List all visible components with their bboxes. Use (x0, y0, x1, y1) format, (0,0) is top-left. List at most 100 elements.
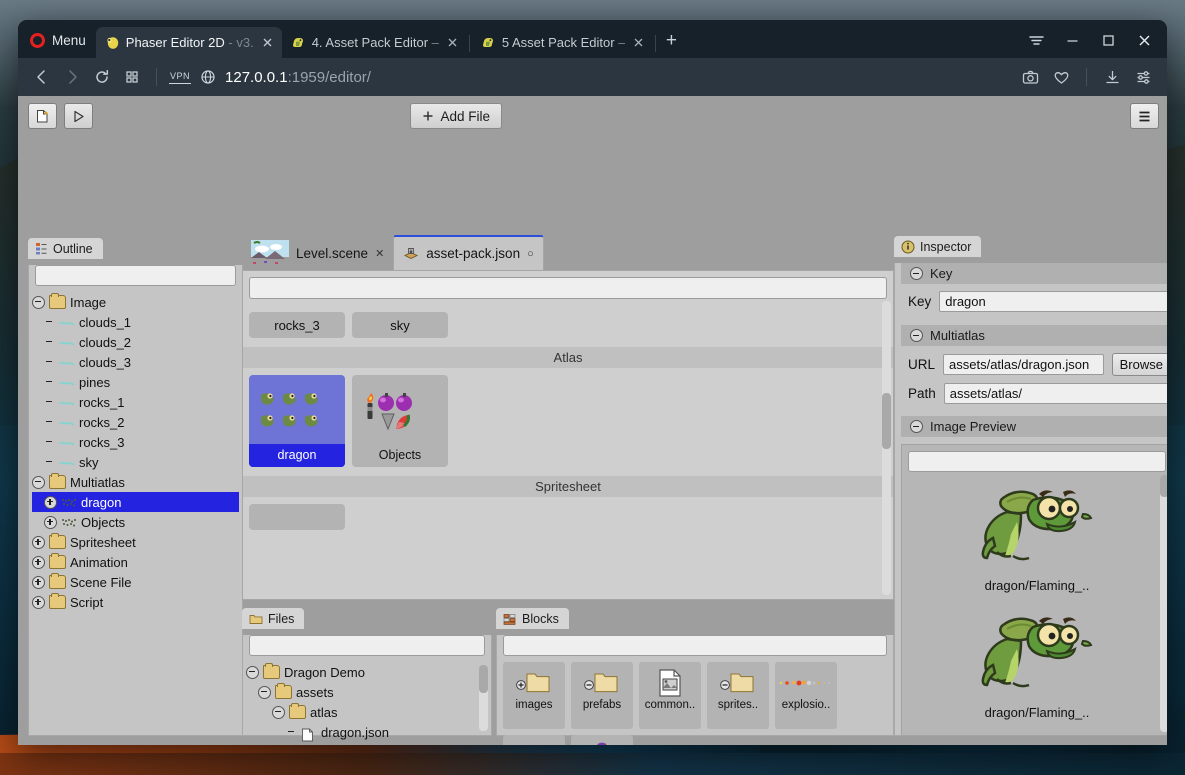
expand-icon[interactable] (32, 555, 45, 569)
asset-pack-search-input[interactable] (249, 277, 887, 299)
editor-tab-level-scene[interactable]: Level.scene ✕ (242, 236, 393, 270)
spritesheet-card-placeholder[interactable] (249, 504, 345, 530)
tree-item-dragon[interactable]: dragon (32, 492, 239, 512)
preview-item-2[interactable]: dragon/Flaming_.. (902, 732, 1167, 735)
heart-icon[interactable] (1047, 63, 1075, 91)
minimize-icon[interactable] (1055, 27, 1089, 53)
tree-item-scene-file[interactable]: Scene File (32, 572, 239, 592)
tree-item-rocks-2[interactable]: rocks_2 (32, 412, 239, 432)
tree-item-objects[interactable]: Objects (32, 512, 239, 532)
path-input[interactable]: assets/atlas/ (943, 383, 1167, 404)
block-item-1[interactable]: prefabs (571, 662, 633, 729)
dirty-indicator-icon[interactable]: ○ (527, 248, 534, 260)
tiles-icon[interactable] (118, 63, 146, 91)
collapse-icon[interactable] (910, 329, 923, 342)
tree-item-image[interactable]: Image (32, 292, 239, 312)
editor-scrollbar-thumb[interactable] (882, 393, 891, 449)
outline-search-input[interactable] (35, 265, 236, 286)
collapse-icon[interactable] (246, 665, 259, 679)
tab-inspector[interactable]: Inspector (894, 236, 982, 257)
add-file-button[interactable]: Add File (410, 103, 503, 129)
url-bar[interactable]: VPN 127.0.0.1:1959/editor/ (167, 69, 1014, 86)
preview-scrollbar[interactable] (1160, 475, 1167, 732)
tree-item-rocks-1[interactable]: rocks_1 (32, 392, 239, 412)
settings-icon[interactable] (1129, 63, 1157, 91)
browse-button[interactable]: Browse (1111, 353, 1167, 376)
opera-menu-button[interactable]: Menu (24, 26, 96, 54)
block-item-6[interactable]: dino.png (571, 735, 633, 745)
back-icon[interactable] (28, 63, 56, 91)
atlas-card-objects[interactable]: Objects (352, 375, 448, 467)
block-item-4[interactable]: explosio.. (775, 662, 837, 729)
inspector-section-key[interactable]: Key (901, 263, 1167, 284)
block-item-0[interactable]: images (503, 662, 565, 729)
play-icon[interactable] (64, 103, 93, 129)
collapse-icon[interactable] (32, 475, 45, 489)
close-icon[interactable]: ✕ (375, 247, 384, 260)
new-file-icon[interactable] (28, 103, 57, 129)
collapse-icon[interactable] (258, 685, 271, 699)
tab-outline[interactable]: Outline (28, 238, 103, 259)
browser-tab-0[interactable]: Phaser Editor 2D - v3. (95, 27, 282, 58)
tree-item-clouds-1[interactable]: clouds_1 (32, 312, 239, 332)
tree-item-spritesheet[interactable]: Spritesheet (32, 532, 239, 552)
tree-item-clouds-3[interactable]: clouds_3 (32, 352, 239, 372)
tab-list-icon[interactable] (1019, 27, 1053, 53)
preview-scrollbar-thumb[interactable] (1160, 475, 1167, 497)
preview-search-input[interactable] (908, 451, 1166, 472)
preview-item-1[interactable]: dragon/Flaming_.. (902, 605, 1167, 732)
reload-icon[interactable] (88, 63, 116, 91)
tree-item-atlas[interactable]: atlas (246, 702, 488, 722)
expand-icon[interactable] (32, 595, 45, 609)
tree-item-pines[interactable]: pines (32, 372, 239, 392)
tree-item-clouds-2[interactable]: clouds_2 (32, 332, 239, 352)
editor-tab-asset-pack[interactable]: asset-pack.json ○ (393, 235, 544, 270)
block-item-5[interactable]: explosio.. (503, 735, 565, 745)
tab-blocks[interactable]: Blocks (496, 608, 569, 629)
camera-icon[interactable] (1016, 63, 1044, 91)
key-input[interactable]: dragon (939, 291, 1167, 312)
tree-item-dragon-json[interactable]: dragon.json (246, 722, 488, 742)
collapse-icon[interactable] (910, 267, 923, 280)
close-icon[interactable] (260, 35, 275, 50)
expand-icon[interactable] (32, 575, 45, 589)
url-input[interactable]: assets/atlas/dragon.json (943, 354, 1104, 375)
files-scrollbar[interactable] (479, 665, 488, 731)
download-icon[interactable] (1098, 63, 1126, 91)
blocks-search-input[interactable] (503, 635, 887, 656)
files-search-input[interactable] (249, 635, 485, 656)
tab-files[interactable]: Files (242, 608, 305, 629)
collapse-icon[interactable] (272, 705, 285, 719)
asset-chip-sky[interactable]: sky (352, 312, 448, 338)
tree-item-dragon-png[interactable]: dragon.png (246, 742, 488, 746)
vpn-badge[interactable]: VPN (169, 71, 192, 84)
new-tab-button[interactable]: + (658, 28, 684, 54)
close-icon[interactable] (1127, 27, 1161, 53)
url-text[interactable]: 127.0.0.1:1959/editor/ (225, 69, 371, 86)
close-icon[interactable] (445, 35, 460, 50)
tree-item-animation[interactable]: Animation (32, 552, 239, 572)
editor-menu-icon[interactable] (1129, 103, 1159, 129)
tree-item-dragon-demo[interactable]: Dragon Demo (246, 662, 488, 682)
maximize-icon[interactable] (1091, 27, 1125, 53)
asset-chip-rocks_3[interactable]: rocks_3 (249, 312, 345, 338)
close-icon[interactable] (631, 35, 646, 50)
editor-scrollbar[interactable] (882, 301, 891, 595)
atlas-card-dragon[interactable]: dragon (249, 375, 345, 467)
preview-item-0[interactable]: dragon/Flaming_.. (902, 478, 1167, 605)
files-scrollbar-thumb[interactable] (479, 665, 488, 693)
inspector-section-image-preview[interactable]: Image Preview (901, 416, 1167, 437)
expand-icon[interactable] (44, 515, 57, 529)
browser-tab-2[interactable]: 5 Asset Pack Editor – (472, 27, 654, 58)
expand-icon[interactable] (44, 495, 57, 509)
block-item-3[interactable]: sprites.. (707, 662, 769, 729)
tree-item-script[interactable]: Script (32, 592, 239, 612)
tree-item-rocks-3[interactable]: rocks_3 (32, 432, 239, 452)
tree-item-multiatlas[interactable]: Multiatlas (32, 472, 239, 492)
block-item-2[interactable]: common.. (639, 662, 701, 729)
forward-icon[interactable] (58, 63, 86, 91)
collapse-icon[interactable] (32, 295, 45, 309)
inspector-section-multiatlas[interactable]: Multiatlas (901, 325, 1167, 346)
expand-icon[interactable] (32, 535, 45, 549)
browser-tab-1[interactable]: 4. Asset Pack Editor – (282, 27, 467, 58)
